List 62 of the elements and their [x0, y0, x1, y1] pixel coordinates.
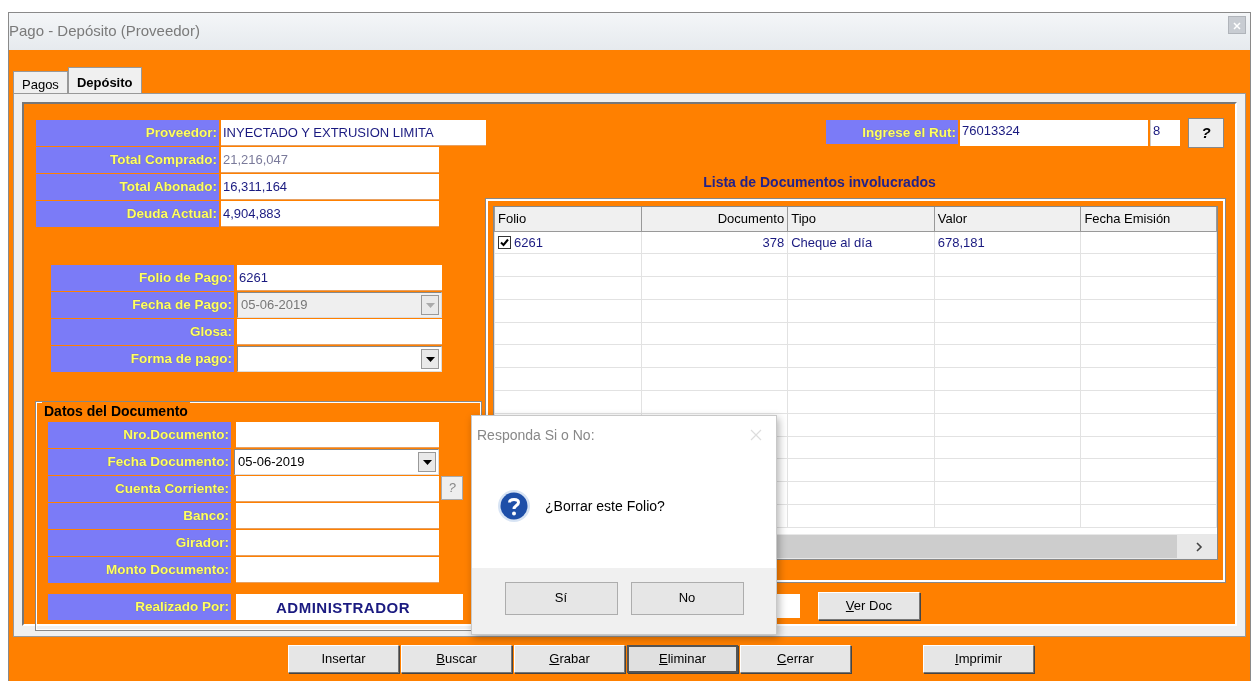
action-button[interactable]: Buscar	[401, 645, 512, 673]
field-label: Fecha Documento:	[48, 449, 231, 475]
text-field[interactable]: 6261	[237, 265, 442, 291]
field-label: Fecha de Pago:	[51, 292, 234, 318]
help-button[interactable]: ?	[1188, 118, 1224, 148]
checkbox[interactable]	[498, 235, 511, 249]
tab[interactable]: Pagos	[13, 71, 68, 93]
text-field[interactable]	[236, 503, 439, 529]
table-cell: 6261	[514, 234, 543, 250]
field-label: Total Comprado:	[36, 147, 219, 173]
value-field: 21,216,047	[221, 147, 439, 173]
value-field: ADMINISTRADOR	[236, 594, 463, 620]
field-label: Realizado Por:	[48, 594, 231, 620]
text-field[interactable]	[236, 530, 439, 556]
action-button[interactable]: Insertar	[288, 645, 399, 673]
question-icon	[497, 489, 531, 523]
text-field[interactable]	[236, 476, 439, 502]
action-button[interactable]: Cerrar	[740, 645, 851, 673]
column-header[interactable]: Valor	[934, 207, 1081, 231]
field-label: Banco:	[48, 503, 231, 529]
window-title: Pago - Depósito (Proveedor)	[9, 21, 200, 42]
action-button[interactable]: Eliminar	[627, 645, 738, 673]
close-icon[interactable]	[750, 429, 762, 441]
value-field: INYECTADO Y EXTRUSION LIMITA	[221, 120, 486, 146]
field-label: Cuenta Corriente:	[48, 476, 231, 502]
close-icon[interactable]	[1228, 15, 1246, 34]
column-header[interactable]: Documento	[641, 207, 788, 231]
field-label: Glosa:	[51, 319, 234, 345]
field-label: Ingrese el Rut:	[826, 120, 958, 144]
field-label: Girador:	[48, 530, 231, 556]
scroll-right-icon[interactable]	[1195, 541, 1203, 552]
rut-field[interactable]: 76013324	[960, 120, 1148, 146]
dropdown-field[interactable]: 05-06-2019	[234, 449, 439, 475]
column-header[interactable]: Tipo	[787, 207, 935, 231]
text-field[interactable]	[237, 319, 442, 345]
field-label: Nro.Documento:	[48, 422, 231, 448]
field-label: Deuda Actual:	[36, 201, 219, 227]
column-header[interactable]: Folio	[494, 207, 642, 231]
field-label: Forma de pago:	[51, 346, 234, 372]
field-label: Proveedor:	[36, 120, 219, 146]
column-header[interactable]: Fecha Emisión	[1080, 207, 1217, 231]
view-document-button[interactable]: Ver Doc	[818, 592, 920, 620]
field-label: Total Abonado:	[36, 174, 219, 200]
table-cell: 678,181	[937, 234, 985, 250]
field-label: Monto Documento:	[48, 557, 231, 583]
dialog-message: ¿Borrar este Folio?	[545, 496, 665, 516]
value-field: 4,904,883	[221, 201, 439, 227]
text-field[interactable]	[236, 557, 439, 583]
print-button[interactable]: Imprimir	[923, 645, 1034, 673]
table-cell: 378	[762, 234, 785, 250]
dialog-button[interactable]: No	[630, 581, 744, 615]
field-label: Folio de Pago:	[51, 265, 234, 291]
check-digit-field[interactable]: 8	[1150, 120, 1180, 146]
list-title: Lista de Documentos involucrados	[702, 173, 937, 192]
dropdown-field[interactable]	[237, 346, 442, 372]
dialog-title: Responda Si o No:	[477, 425, 595, 445]
value-field: 16,311,164	[221, 174, 439, 200]
dialog-button[interactable]: Sí	[504, 581, 618, 615]
table-cell: Cheque al día	[791, 234, 873, 250]
action-button[interactable]: Grabar	[514, 645, 625, 673]
tab[interactable]: Depósito	[67, 67, 142, 93]
text-field[interactable]	[236, 422, 439, 448]
